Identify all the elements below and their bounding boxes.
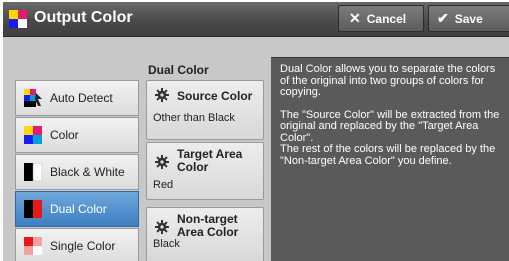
black-white-label: Black & White xyxy=(50,165,125,179)
auto-detect-button[interactable]: Auto Detect xyxy=(15,80,139,116)
help-paragraph-1: Dual Color allows you to separate the co… xyxy=(280,63,496,98)
dual-color-heading: Dual Color xyxy=(148,63,209,77)
gear-icon xyxy=(155,220,169,234)
auto-detect-label: Auto Detect xyxy=(50,91,113,105)
target-area-color-button[interactable]: Target Area Color Red xyxy=(146,142,264,200)
dual-color-button[interactable]: Dual Color xyxy=(15,191,139,227)
color-label: Color xyxy=(50,128,79,142)
dual-color-icon xyxy=(24,200,42,218)
black-white-button[interactable]: Black & White xyxy=(15,154,139,190)
source-color-title: Source Color xyxy=(177,89,253,103)
save-label: Save xyxy=(454,11,483,26)
color-mode-list: Auto Detect Color Black & White Dual Col… xyxy=(15,80,139,261)
non-target-area-color-button[interactable]: Non-target Area Color Black xyxy=(146,207,264,261)
color-squares-icon xyxy=(24,126,42,144)
target-area-color-value: Red xyxy=(153,179,174,191)
auto-detect-color-icon xyxy=(24,89,42,107)
single-color-button[interactable]: Single Color xyxy=(15,228,139,261)
black-white-icon xyxy=(24,163,42,181)
color-button[interactable]: Color xyxy=(15,117,139,153)
checkmark-icon: ✔ xyxy=(437,10,449,26)
gear-icon xyxy=(155,88,169,102)
cancel-button[interactable]: ✕ Cancel xyxy=(338,5,424,32)
help-paragraph-2a: The "Source Color" will be extracted fro… xyxy=(280,108,500,144)
cancel-label: Cancel xyxy=(366,11,407,26)
help-paragraph-2b: The rest of the colors will be replaced … xyxy=(280,143,496,167)
non-target-area-color-title: Non-target Area Color xyxy=(177,212,239,239)
output-color-icon xyxy=(9,10,27,28)
target-area-color-title: Target Area Color xyxy=(177,147,243,174)
single-color-label: Single Color xyxy=(50,239,116,253)
non-target-area-color-value: Black xyxy=(153,238,180,250)
page-title: Output Color xyxy=(34,9,133,26)
close-icon: ✕ xyxy=(349,10,361,26)
help-text-panel: Dual Color allows you to separate the co… xyxy=(271,57,509,261)
source-color-value: Other than Black xyxy=(153,112,235,124)
source-color-button[interactable]: Source Color Other than Black xyxy=(146,80,264,140)
single-color-icon xyxy=(24,237,42,255)
save-button[interactable]: ✔ Save xyxy=(428,5,509,32)
gear-icon xyxy=(155,155,169,169)
output-color-screen: Output Color ✕ Cancel ✔ Save Auto Detect xyxy=(3,2,509,261)
dual-color-label: Dual Color xyxy=(50,202,107,216)
title-bar: Output Color ✕ Cancel ✔ Save xyxy=(3,2,509,37)
